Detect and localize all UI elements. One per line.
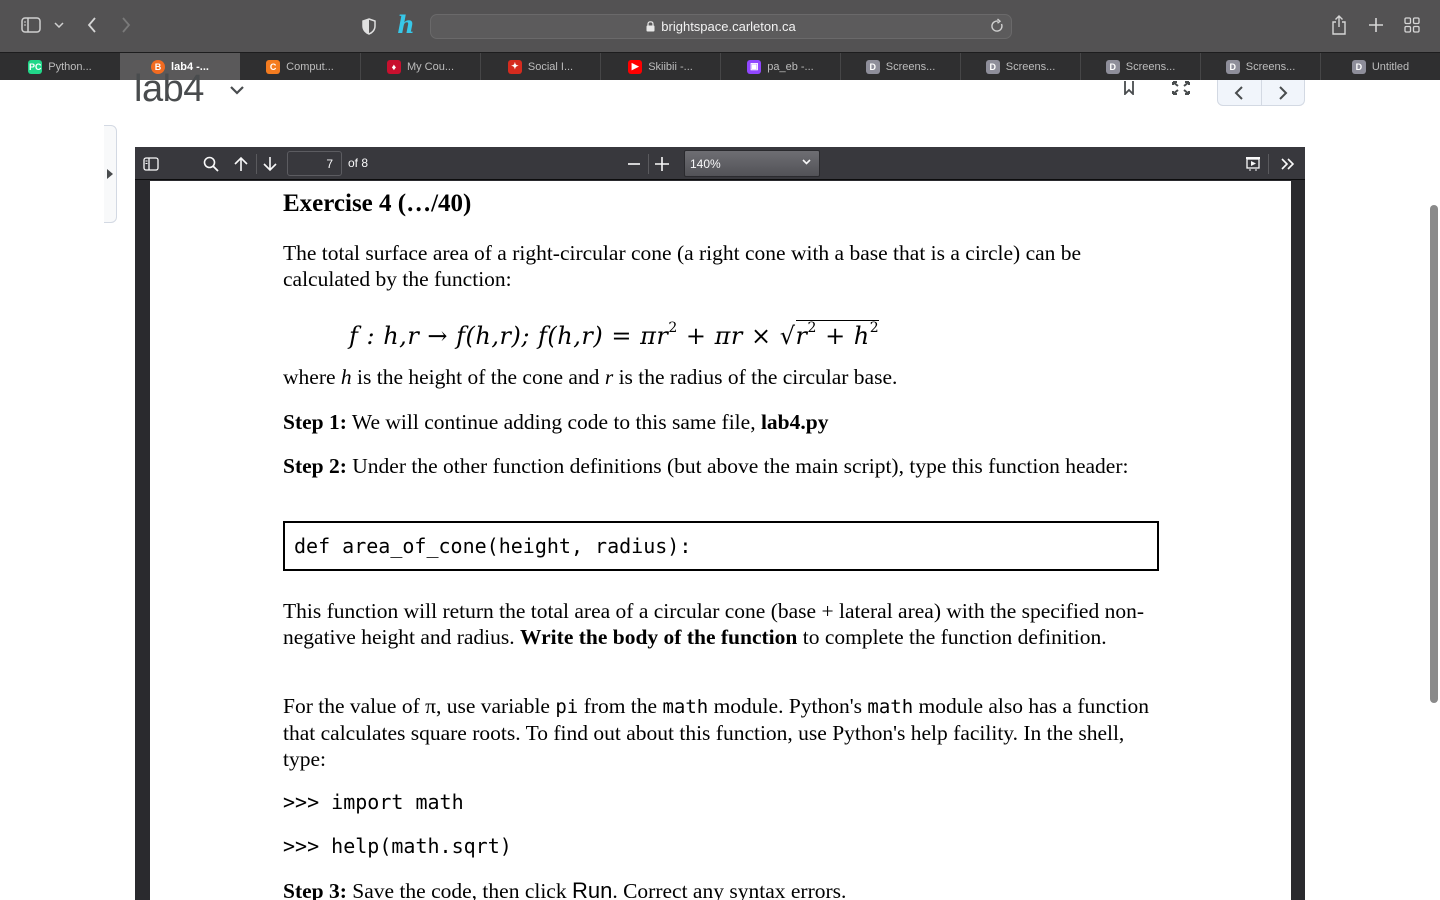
sidebar-toggle-icon[interactable] (20, 15, 42, 35)
forward-button[interactable] (116, 14, 136, 36)
tools-menu-icon[interactable] (1278, 154, 1298, 174)
pdf-page: Exercise 4 (…/40) The total surface area… (150, 181, 1291, 900)
previous-topic-button[interactable] (1218, 80, 1261, 105)
browser-tab[interactable]: PC Python... (0, 53, 120, 80)
browser-tab[interactable]: ✦ Social I... (480, 53, 600, 80)
tab-label: Social I... (527, 60, 574, 73)
page-scrollbar[interactable] (1430, 205, 1438, 703)
d-app-icon: D (1225, 59, 1240, 74)
reload-icon[interactable] (989, 18, 1005, 34)
previous-page-button[interactable] (231, 154, 251, 174)
toggle-sidebar-icon[interactable] (141, 155, 161, 173)
canada-flag-icon: ✦ (507, 59, 522, 74)
toolbar-separator (1268, 154, 1269, 174)
browser-tab[interactable]: ▣ pa_eb -... (720, 53, 840, 80)
cone-area-formula: f : h,r → f(h,r); f(h,r) = πr2 + πr × √r… (349, 320, 880, 350)
pi-paragraph: For the value of π, use variable pi from… (283, 694, 1149, 771)
step1-paragraph: Step 1: We will continue adding code to … (283, 410, 829, 434)
d-app-icon: D (985, 59, 1000, 74)
pdf-toolbar: of 8 140% (135, 147, 1305, 180)
back-button[interactable] (82, 14, 102, 36)
bookmark-icon[interactable] (1120, 80, 1138, 96)
youtube-icon: ▶ (628, 59, 643, 74)
tab-label: Comput... (286, 60, 334, 73)
step2-paragraph: Step 2: Under the other function definit… (283, 454, 1129, 478)
next-page-button[interactable] (260, 154, 280, 174)
search-icon[interactable] (201, 154, 221, 174)
zoom-in-button[interactable] (653, 154, 671, 174)
title-dropdown-chevron-icon[interactable] (229, 82, 245, 100)
browser-tab[interactable]: C Comput... (240, 53, 360, 80)
shell-line: >>> help(math.sqrt) (283, 834, 512, 858)
radical: r2 + h2 (795, 320, 880, 350)
step3-paragraph: Step 3: Save the code, then click Run. C… (283, 878, 847, 900)
pycharm-icon: PC (28, 59, 43, 74)
coursera-icon: C (266, 59, 281, 74)
lock-icon (646, 21, 655, 32)
url-text: brightspace.carleton.ca (661, 19, 796, 34)
d-app-icon: D (1351, 59, 1366, 74)
browser-tab[interactable]: D Untitled (1320, 53, 1440, 80)
side-panel-toggle[interactable] (104, 125, 117, 223)
zoom-out-button[interactable] (625, 154, 643, 174)
tab-label: Skiibii -... (648, 60, 693, 73)
d-app-icon: D (865, 59, 880, 74)
tab-label: pa_eb -... (767, 60, 814, 73)
address-bar[interactable]: brightspace.carleton.ca (430, 14, 1012, 39)
browser-tab[interactable]: ♦ My Cou... (360, 53, 480, 80)
tab-label: Screens... (1005, 60, 1056, 73)
browser-tab[interactable]: ▶ Skiibii -... (600, 53, 720, 80)
toolbar-separator (648, 154, 649, 174)
zoom-select[interactable]: 140% (684, 150, 820, 177)
topic-navigation (1217, 80, 1305, 106)
function-body-paragraph: This function will return the total area… (283, 599, 1144, 649)
next-topic-button[interactable] (1260, 80, 1305, 105)
tab-label: Screens... (1125, 60, 1176, 73)
zoom-level: 140% (690, 156, 721, 171)
function-header-code: def area_of_cone(height, radius): (283, 521, 1159, 571)
page-title: lab4 (134, 68, 204, 110)
exercise-heading: Exercise 4 (…/40) (283, 190, 472, 217)
privacy-shield-icon[interactable] (360, 16, 378, 36)
triangle-right-icon (107, 169, 113, 179)
browser-tab[interactable]: D Screens... (960, 53, 1080, 80)
carleton-icon: ♦ (386, 59, 401, 74)
presentation-mode-icon[interactable] (1243, 154, 1263, 174)
tab-overview-icon[interactable] (1403, 16, 1421, 34)
d-app-icon: D (1105, 59, 1120, 74)
tab-label: Python... (48, 60, 92, 73)
where-paragraph: where h is the height of the cone and r … (283, 365, 898, 389)
tab-bar: PC Python... Blab4 -... C Comput... ♦ My Cou..… (0, 52, 1440, 80)
shell-line: >>> import math (283, 790, 464, 814)
tab-label: Screens... (885, 60, 936, 73)
page-number-input[interactable] (287, 151, 342, 176)
tab-label: Untitled (1371, 60, 1410, 73)
tab-label: My Cou... (406, 60, 455, 73)
browser-toolbar: h brightspace.carleton.ca (0, 0, 1440, 52)
toolbar-separator (256, 154, 257, 174)
chevron-down-icon[interactable] (52, 18, 66, 32)
honey-extension-icon[interactable]: h (395, 13, 417, 37)
chevron-down-icon (802, 159, 811, 165)
new-tab-icon[interactable] (1366, 15, 1386, 35)
tab-label: Screens... (1245, 60, 1296, 73)
page-count-label: of 8 (348, 156, 369, 170)
intro-paragraph: The total surface area of a right-circul… (283, 241, 1082, 291)
fullscreen-icon[interactable] (1170, 80, 1192, 96)
browser-tab[interactable]: D Screens... (1080, 53, 1200, 80)
twitch-icon: ▣ (747, 59, 762, 74)
pdf-viewer: of 8 140% Exercise 4 (…/40) The total su… (135, 147, 1305, 900)
browser-tab[interactable]: D Screens... (1200, 53, 1320, 80)
browser-tab[interactable]: D Screens... (840, 53, 960, 80)
share-icon[interactable] (1329, 13, 1349, 37)
